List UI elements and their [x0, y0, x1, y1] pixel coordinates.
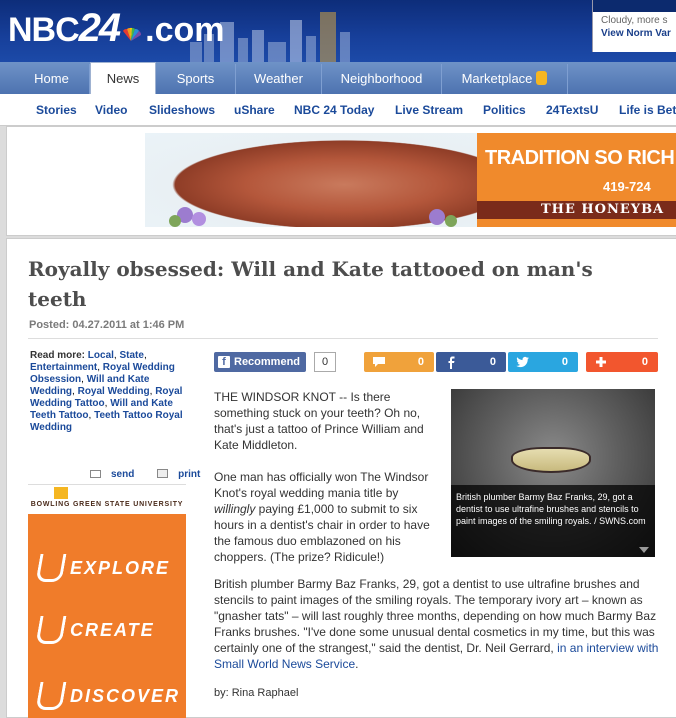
posted-date: Posted: 04.27.2011 at 1:46 PM	[29, 319, 185, 331]
ad-headline: TRADITION SO RICH	[485, 147, 675, 169]
bgsu-row-discover: DISCOVER	[35, 682, 181, 714]
teeth-image	[511, 447, 591, 473]
tab-marketplace-label: Marketplace	[461, 71, 533, 86]
article-body: British plumber Barmy Baz Franks, 29, go…	[214, 576, 660, 672]
plus-icon	[596, 357, 606, 367]
article-photo[interactable]: British plumber Barmy Baz Franks, 29, go…	[451, 389, 655, 557]
twitter-bird-icon	[516, 356, 529, 368]
bgsu-row-create: CREATE	[35, 616, 155, 648]
tab-marketplace[interactable]: Marketplace	[442, 64, 568, 94]
ad-brand: THE HONEYBA	[541, 202, 665, 217]
speech-bubble-icon	[373, 357, 385, 367]
ad-text-panel: TRADITION SO RICH 419-724 THE HONEYBA	[477, 133, 676, 227]
weather-forecaster-link[interactable]: View Norm Var	[593, 26, 676, 39]
send-link[interactable]: send	[90, 469, 144, 480]
subnav-stories[interactable]: Stories	[36, 94, 77, 126]
read-more-label: Read more:	[30, 350, 86, 361]
bgsu-word: DISCOVER	[70, 685, 181, 706]
bgsu-logo-text: BOWLING GREEN STATE UNIVERSITY	[30, 501, 184, 508]
read-more-tags: Read more: Local, State, Entertainment, …	[30, 350, 183, 433]
tab-neighborhood[interactable]: Neighborhood	[322, 64, 442, 94]
subnav-ushare[interactable]: uShare	[234, 94, 275, 126]
byline: by: Rina Raphael	[214, 687, 299, 699]
sub-nav: Stories Video Slideshows uShare NBC 24 T…	[0, 94, 676, 126]
subnav-24textsu[interactable]: 24TextsU	[546, 94, 598, 126]
ad-flowers-graphic	[169, 207, 457, 227]
recommend-count: 0	[314, 352, 336, 372]
banner-ad[interactable]: TRADITION SO RICH 419-724 THE HONEYBA	[6, 126, 676, 236]
print-label: print	[178, 469, 201, 480]
weather-header	[593, 0, 676, 12]
facebook-count: 0	[489, 356, 496, 368]
subnav-life-is-better[interactable]: Life is Bet	[619, 94, 676, 126]
tab-weather[interactable]: Weather	[236, 64, 322, 94]
peacock-icon	[123, 27, 142, 41]
send-print-tools: send print	[90, 468, 220, 480]
article-title: Royally obsessed: Will and Kate tattooed…	[28, 257, 593, 311]
ham-ad-image	[145, 133, 477, 227]
subnav-video[interactable]: Video	[95, 94, 127, 126]
main-nav: Home News Sports Weather Neighborhood Ma…	[0, 62, 676, 94]
bgsu-logo-icon	[54, 487, 68, 499]
weather-widget[interactable]: Cloudy, more s View Norm Var	[592, 0, 676, 52]
tag-link[interactable]: Local	[88, 350, 114, 361]
lead-text: One man has officially won The Windsor K…	[214, 470, 429, 500]
u-logo-icon	[35, 554, 67, 582]
lead-emphasis: willingly	[214, 502, 256, 516]
subnav-politics[interactable]: Politics	[483, 94, 526, 126]
u-logo-icon	[35, 682, 67, 710]
plus-count: 0	[641, 356, 648, 368]
send-label: send	[111, 469, 135, 480]
site-header: NBC 24 .com Cloudy, more s View Norm Var	[0, 0, 676, 62]
facebook-icon: f	[218, 356, 230, 368]
weather-condition: Cloudy, more s	[601, 15, 668, 26]
logo-number: 24	[78, 6, 121, 50]
caption-toggle-icon[interactable]	[639, 547, 649, 553]
facebook-share-button[interactable]: 0	[436, 352, 506, 372]
tab-home[interactable]: Home	[14, 64, 90, 94]
ad-phone: 419-724	[603, 179, 651, 194]
subnav-nbc24-today[interactable]: NBC 24 Today	[294, 94, 374, 126]
printer-icon	[157, 469, 169, 478]
addthis-share-button[interactable]: 0	[586, 352, 658, 372]
shopping-bag-icon	[536, 70, 548, 85]
share-bar: f Recommend 0 0 0 0 0	[214, 352, 658, 374]
recommend-label: Recommend	[234, 356, 301, 368]
bgsu-word: EXPLORE	[70, 557, 171, 578]
lead-paragraph-2: One man has officially won The Windsor K…	[214, 469, 440, 565]
envelope-icon	[90, 470, 101, 478]
subnav-slideshows[interactable]: Slideshows	[149, 94, 215, 126]
recommend-button[interactable]: f Recommend	[214, 352, 306, 372]
nbc24-logo[interactable]: NBC 24 .com	[8, 6, 225, 56]
photo-caption: British plumber Barmy Baz Franks, 29, go…	[451, 485, 655, 557]
lead-paragraph-1: THE WINDSOR KNOT -- Is there something s…	[214, 390, 424, 452]
bgsu-ad-header[interactable]: BOWLING GREEN STATE UNIVERSITY	[28, 484, 186, 514]
tag-link[interactable]: Royal Wedding	[78, 386, 150, 397]
bgsu-ad[interactable]: EXPLORE CREATE DISCOVER	[28, 514, 186, 718]
ad-brand-bar: THE HONEYBA	[477, 201, 676, 219]
tag-link[interactable]: Entertainment	[30, 362, 97, 373]
twitter-count: 0	[561, 356, 568, 368]
tab-news[interactable]: News	[90, 62, 156, 94]
body-end: .	[355, 657, 359, 671]
bgsu-row-explore: EXPLORE	[35, 554, 171, 586]
tab-sports[interactable]: Sports	[156, 64, 236, 94]
page: NBC 24 .com Cloudy, more s View Norm Var…	[0, 0, 676, 718]
print-link[interactable]: print	[157, 469, 210, 480]
article-lead: THE WINDSOR KNOT -- Is there something s…	[214, 389, 440, 581]
twitter-share-button[interactable]: 0	[508, 352, 578, 372]
comments-button[interactable]: 0	[364, 352, 434, 372]
logo-domain: .com	[145, 11, 225, 49]
subnav-live-stream[interactable]: Live Stream	[395, 94, 463, 126]
tag-link[interactable]: State	[119, 350, 143, 361]
photo-caption-text: British plumber Barmy Baz Franks, 29, go…	[456, 492, 646, 526]
comments-count: 0	[417, 356, 424, 368]
logo-nbc: NBC	[8, 11, 80, 49]
bgsu-word: CREATE	[70, 619, 155, 640]
facebook-icon	[448, 356, 455, 369]
u-logo-icon	[35, 616, 67, 644]
divider	[28, 338, 658, 339]
